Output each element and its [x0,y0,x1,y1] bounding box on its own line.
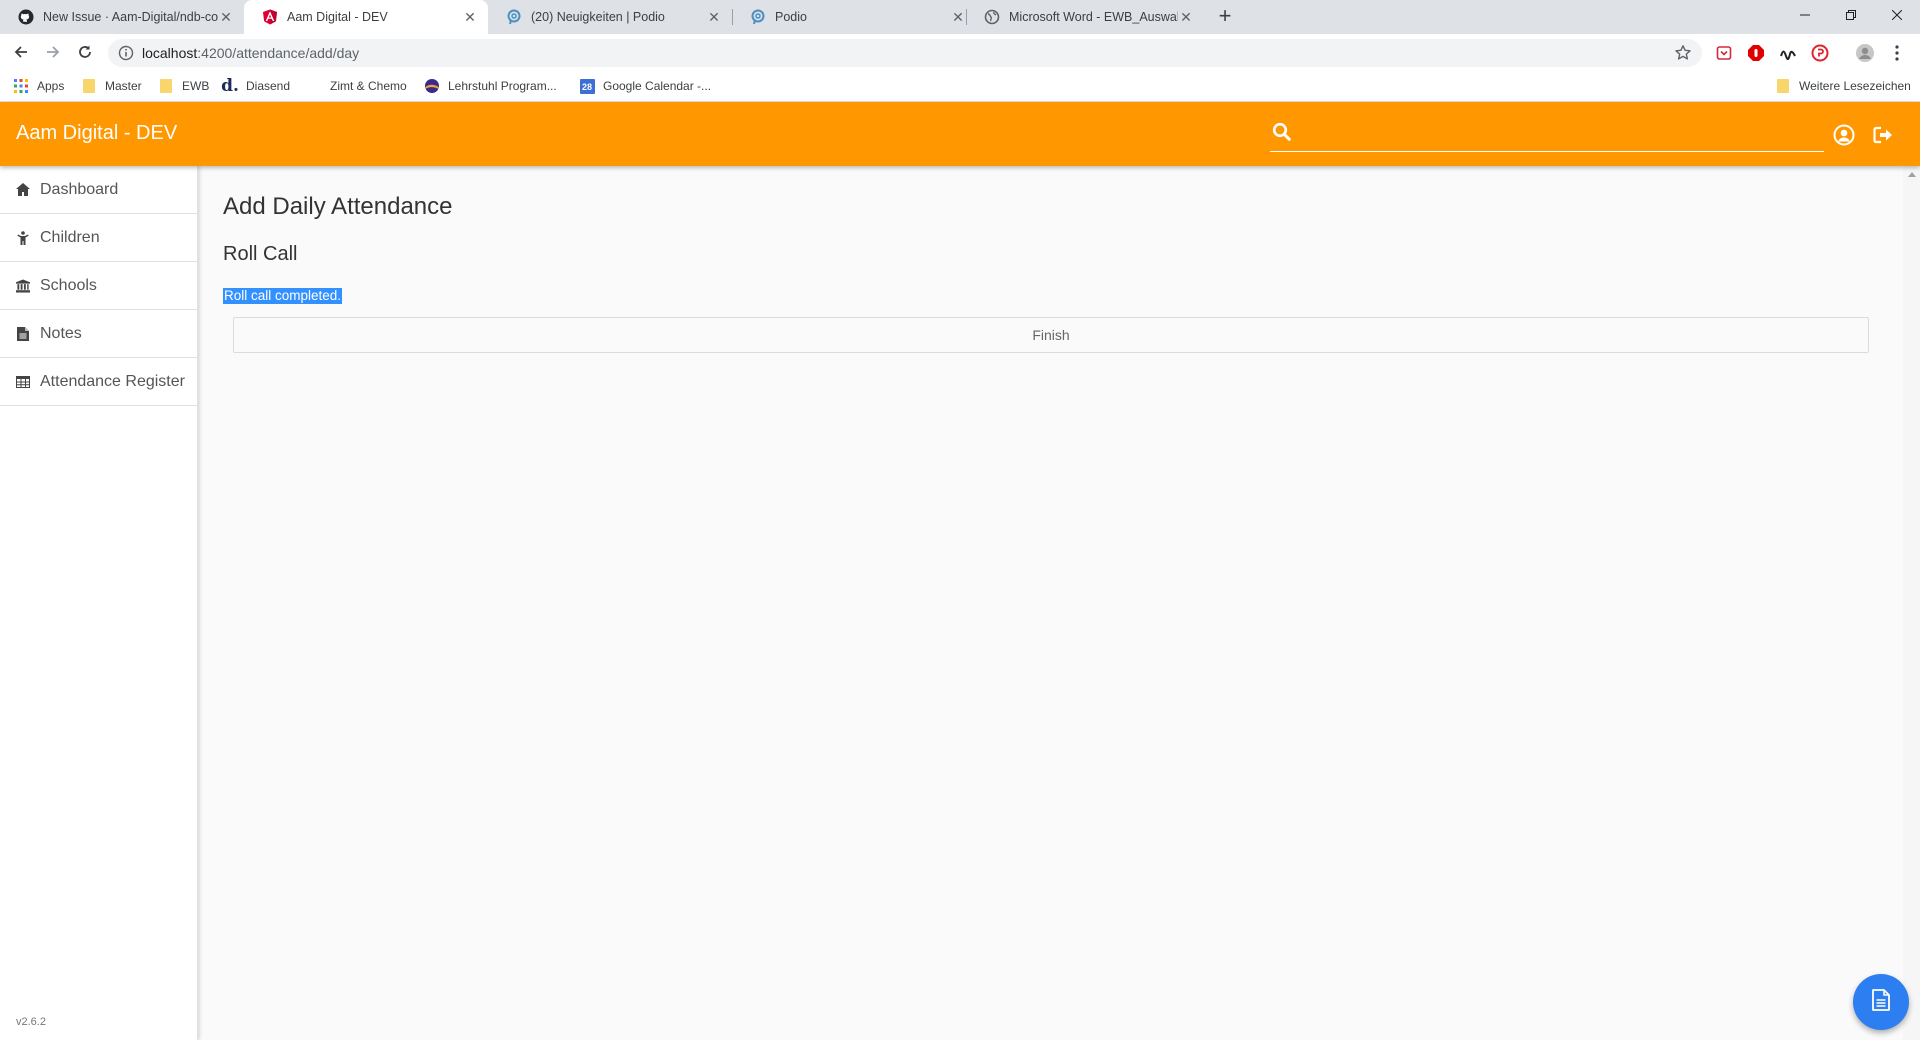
university-icon [16,278,30,293]
window-close-icon[interactable] [1874,0,1920,30]
bookmark-diasend[interactable]: d. Diasend [221,76,291,96]
browser-tab[interactable]: Microsoft Word - EWB_Auswahl ( ✕ [966,0,1204,34]
new-tab-icon[interactable]: + [1213,5,1237,29]
reload-icon[interactable] [73,40,97,64]
page-title: Add Daily Attendance [223,193,453,220]
tab-title: New Issue · Aam-Digital/ndb-cor [43,10,218,24]
sidebar-item-notes[interactable]: Notes [0,310,197,358]
file-text-icon [16,326,30,341]
bookmark-ewb[interactable]: EWB [158,77,209,95]
child-icon [16,230,30,245]
bookmark-apps[interactable]: Apps [13,77,64,95]
bookmark-google-calendar[interactable]: 28 Google Calendar -... [579,77,711,95]
lehrstuhl-icon [424,78,440,94]
document-icon [1872,988,1890,1016]
github-icon [18,9,34,25]
section-title: Roll Call [223,243,298,265]
profile-avatar-icon[interactable] [1855,43,1875,63]
pocket-icon[interactable] [1714,43,1734,63]
bookmark-label: Apps [37,79,65,93]
sidebar-item-attendance-register[interactable]: Attendance Register [0,358,197,406]
bookmark-label: Google Calendar -... [603,79,712,93]
scroll-up-arrow-icon[interactable] [1908,172,1916,177]
browser-tab[interactable]: New Issue · Aam-Digital/ndb-cor ✕ [0,0,244,34]
address-bar[interactable]: localhost:4200/attendance/add/day [108,39,1702,67]
podio-icon [750,9,766,25]
forward-arrow-icon[interactable] [41,40,65,64]
close-icon[interactable]: ✕ [950,9,966,25]
search-icon [1272,122,1292,142]
other-bookmarks[interactable]: Weitere Lesezeichen [1775,77,1911,95]
folder-icon [158,78,174,94]
restore-icon[interactable] [1828,0,1874,30]
tab-title: (20) Neuigkeiten | Podio [531,10,665,24]
bookmark-master[interactable]: Master [81,77,142,95]
angular-icon [262,9,278,25]
tab-title: Podio [775,10,807,24]
sidebar: Dashboard Children Schools Notes Attenda… [0,166,198,1040]
adblock-icon[interactable] [1746,43,1766,63]
browser-tab[interactable]: Podio ✕ [732,0,976,34]
sign-out-icon[interactable] [1872,124,1894,146]
folder-icon [81,78,97,94]
sidebar-item-schools[interactable]: Schools [0,262,197,310]
other-bookmarks-label: Weitere Lesezeichen [1799,79,1911,93]
info-icon[interactable] [118,45,134,61]
search-input[interactable] [1300,120,1820,146]
sidebar-item-label: Schools [40,276,97,294]
close-icon[interactable]: ✕ [1178,9,1194,25]
sidebar-item-label: Children [40,228,100,246]
globe-icon [984,9,1000,25]
bookmarks-bar: Apps Master EWB d. Diasend Zimt & Chemo … [0,70,1920,102]
browser-toolbar: localhost:4200/attendance/add/day [0,34,1920,70]
sidebar-item-label: Attendance Register [40,372,185,390]
bookmark-label: EWB [182,79,210,93]
back-arrow-icon[interactable] [9,40,33,64]
sidebar-item-label: Notes [40,324,82,342]
minimize-icon[interactable] [1782,0,1828,30]
home-icon [16,183,30,197]
wave-extension-icon[interactable] [1778,43,1798,63]
finish-button[interactable]: Finish [233,317,1869,353]
bookmark-label: Master [105,79,142,93]
url-host: localhost [142,45,198,61]
search-field[interactable] [1270,116,1824,152]
sidebar-item-dashboard[interactable]: Dashboard [0,166,197,214]
menu-dots-icon[interactable] [1887,43,1907,63]
sidebar-item-children[interactable]: Children [0,214,197,262]
tab-title: Microsoft Word - EWB_Auswahl ( [1009,10,1178,24]
url-path: :4200/attendance/add/day [197,45,360,61]
circle-extension-icon[interactable] [1810,43,1830,63]
bookmark-label: Lehrstuhl Program... [448,79,557,93]
app-title[interactable]: Aam Digital - DEV [16,122,177,145]
close-icon[interactable]: ✕ [218,9,234,25]
close-icon[interactable]: ✕ [706,9,722,25]
podio-icon [506,9,522,25]
blank-icon [306,78,322,94]
bookmark-star-icon[interactable] [1674,44,1692,62]
notes-fab-button[interactable] [1853,974,1909,1030]
bookmark-zimt-chemo[interactable]: Zimt & Chemo [306,77,407,95]
bookmark-label: Diasend [246,79,291,93]
apps-grid-icon [13,78,29,94]
roll-call-status: Roll call completed. [223,288,343,304]
browser-tab-active[interactable]: Aam Digital - DEV ✕ [244,0,488,34]
close-icon[interactable]: ✕ [462,9,478,25]
folder-icon [1775,78,1791,94]
calendar-icon: 28 [579,78,595,94]
browser-tab[interactable]: (20) Neuigkeiten | Podio ✕ [488,0,732,34]
scrollbar[interactable] [1903,166,1920,1040]
app-version: v2.6.2 [16,1016,46,1028]
browser-tab-strip: New Issue · Aam-Digital/ndb-cor ✕ Aam Di… [0,0,1920,34]
tab-title: Aam Digital - DEV [287,10,388,24]
sidebar-item-label: Dashboard [40,180,119,198]
bookmark-label: Zimt & Chemo [330,79,407,93]
main-content: Add Daily Attendance Roll Call Roll call… [199,166,1903,1040]
bookmark-lehrstuhl[interactable]: Lehrstuhl Program... [424,77,557,95]
app-header: Aam Digital - DEV [0,102,1920,166]
table-icon [16,375,30,389]
diasend-icon: d. [221,76,239,96]
user-account-icon[interactable] [1833,124,1855,146]
